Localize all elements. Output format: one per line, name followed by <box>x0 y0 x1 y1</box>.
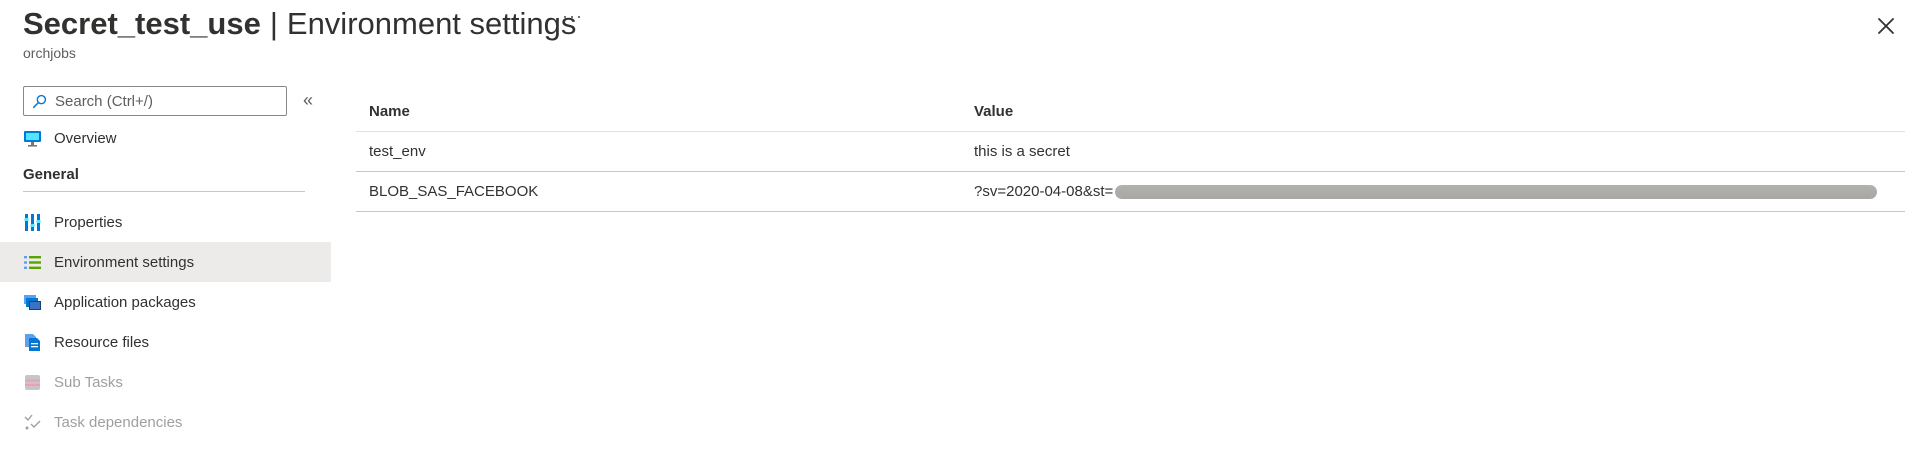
sidebar-item-task-dependencies: Task dependencies <box>0 402 331 442</box>
table-row[interactable]: test_env this is a secret <box>356 132 1905 172</box>
table-row[interactable]: BLOB_SAS_FACEBOOK ?sv=2020-04-08&st= <box>356 172 1905 212</box>
blade-title: Environment settings <box>286 6 577 41</box>
search-box[interactable] <box>23 86 287 116</box>
title-separator: | <box>269 6 278 41</box>
table-header-row: Name Value <box>356 92 1905 132</box>
close-icon <box>1878 18 1894 34</box>
sidebar: « Overview General Properties <box>0 84 331 442</box>
setting-name: test_env <box>369 143 426 160</box>
properties-icon <box>23 213 42 232</box>
setting-value-text: this is a secret <box>974 143 1070 160</box>
setting-name: BLOB_SAS_FACEBOOK <box>369 183 539 200</box>
sidebar-item-label: Resource files <box>54 333 150 351</box>
search-input[interactable] <box>53 91 273 111</box>
page-title: Secret_test_use | Environment settings <box>23 6 576 42</box>
packages-icon <box>23 293 42 312</box>
setting-value: this is a secret <box>974 143 1905 160</box>
sidebar-item-label: Task dependencies <box>54 413 183 431</box>
sidebar-item-label: Sub Tasks <box>54 373 123 391</box>
page-subtitle: orchjobs <box>23 45 76 61</box>
sidebar-item-overview[interactable]: Overview <box>0 118 331 158</box>
setting-value: ?sv=2020-04-08&st= <box>974 183 1905 200</box>
sidebar-item-label: Properties <box>54 213 123 231</box>
column-header-value: Value <box>974 103 1014 120</box>
collapse-sidebar-button[interactable]: « <box>303 90 313 110</box>
files-icon <box>23 333 42 352</box>
resource-name: Secret_test_use <box>23 6 261 41</box>
sidebar-item-label: Application packages <box>54 293 196 311</box>
sidebar-item-environment-settings[interactable]: Environment settings <box>0 242 331 282</box>
section-header-general: General <box>23 166 305 192</box>
dependencies-icon <box>23 413 42 432</box>
monitor-icon <box>23 129 42 148</box>
column-header-name: Name <box>369 103 410 120</box>
more-options-button[interactable]: ··· <box>562 6 583 27</box>
subtasks-icon <box>23 373 42 392</box>
search-icon <box>32 94 47 108</box>
sidebar-item-application-packages[interactable]: Application packages <box>0 282 331 322</box>
page-header: Secret_test_use | Environment settings o… <box>23 6 576 61</box>
sidebar-item-label: Overview <box>54 129 117 147</box>
sidebar-item-resource-files[interactable]: Resource files <box>0 322 331 362</box>
sidebar-item-sub-tasks: Sub Tasks <box>0 362 331 402</box>
setting-value-text: ?sv=2020-04-08&st= <box>974 183 1114 200</box>
sidebar-search-row: « <box>0 84 331 118</box>
close-button[interactable] <box>1874 14 1898 38</box>
sidebar-item-label: Environment settings <box>54 253 195 271</box>
sidebar-item-properties[interactable]: Properties <box>0 202 331 242</box>
list-icon <box>23 253 42 272</box>
environment-settings-table: Name Value test_env this is a secret BLO… <box>356 92 1905 212</box>
redacted-value-overlay <box>1115 185 1878 200</box>
